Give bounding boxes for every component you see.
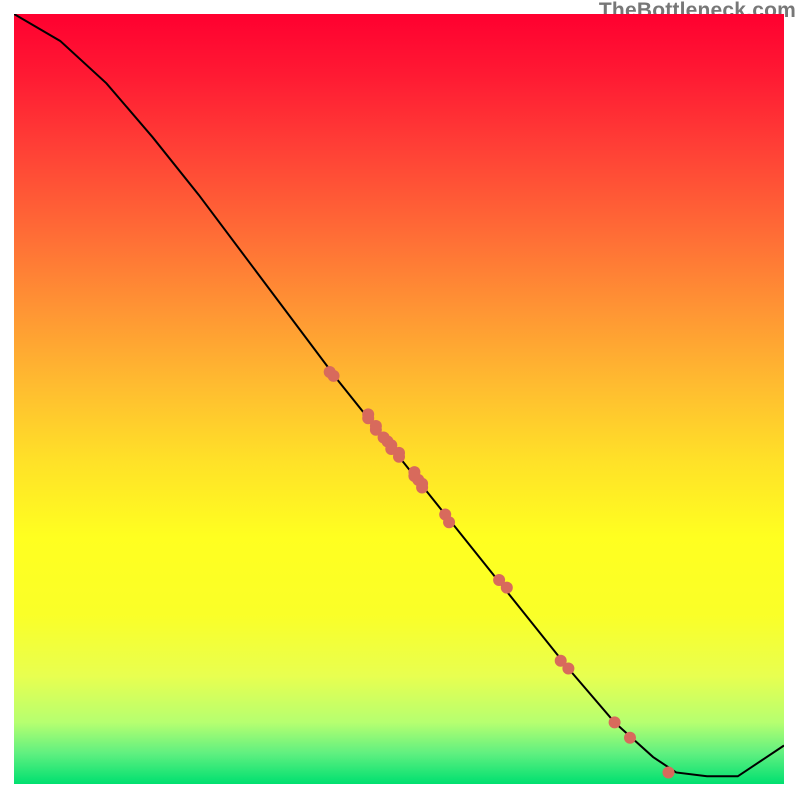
data-point: [416, 482, 428, 494]
curve-line: [14, 14, 784, 776]
data-point: [328, 370, 340, 382]
data-point: [663, 766, 675, 778]
chart-container: TheBottleneck.com: [0, 0, 800, 800]
data-point: [624, 732, 636, 744]
data-point: [609, 716, 621, 728]
data-point: [362, 408, 374, 420]
chart-svg: [14, 14, 784, 784]
data-point: [370, 420, 382, 432]
data-point: [562, 663, 574, 675]
data-points-group: [324, 366, 675, 778]
data-point: [393, 451, 405, 463]
plot-area: [14, 14, 784, 784]
data-point: [443, 516, 455, 528]
data-point: [501, 582, 513, 594]
